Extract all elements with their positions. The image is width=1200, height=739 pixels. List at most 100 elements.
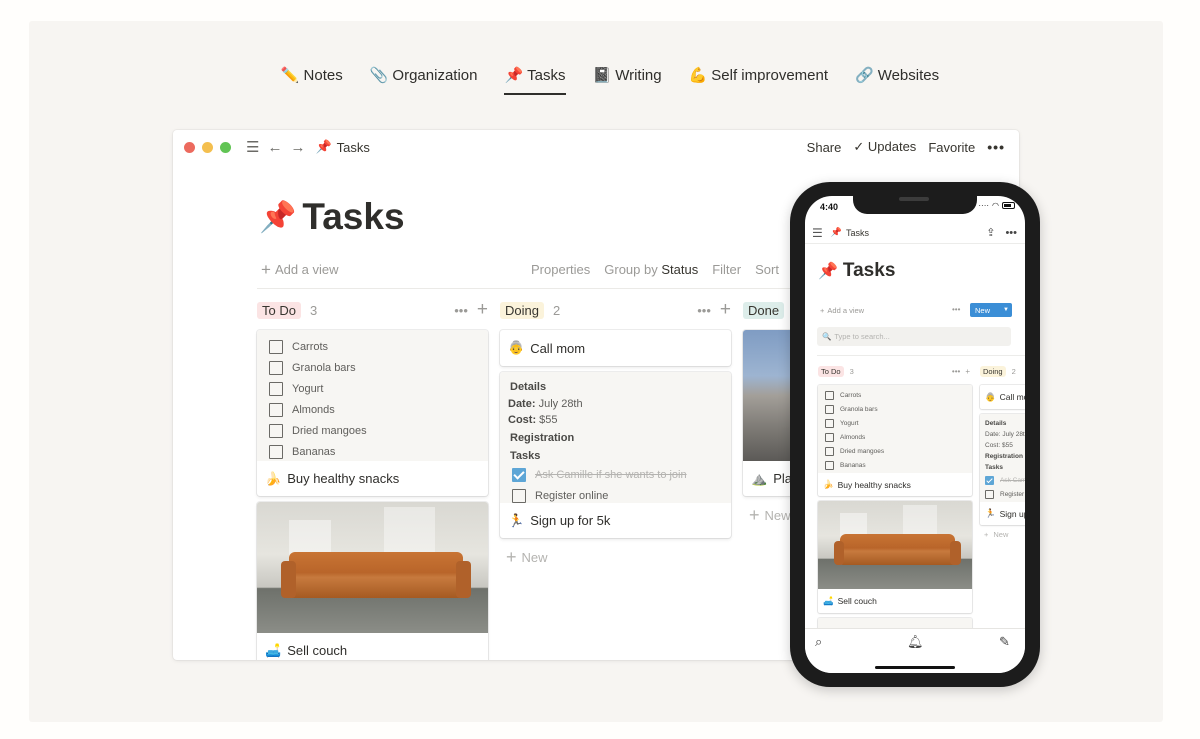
tab-self-improvement[interactable]: 💪 Self improvement (689, 62, 828, 88)
plus-icon: + (261, 260, 271, 279)
card-sell-couch[interactable]: 🛋️ Sell couch (257, 502, 488, 660)
add-card-icon[interactable]: + (720, 300, 731, 319)
minimize-window-button[interactable] (202, 141, 213, 153)
mountain-icon: ⛰️ (751, 470, 768, 486)
card-count: 2 (552, 302, 561, 318)
pushpin-icon: 📌 (315, 139, 332, 154)
tab-organization[interactable]: 📎 Organization (370, 62, 478, 88)
checkbox[interactable] (825, 404, 834, 414)
more-options-icon[interactable]: ••• (987, 139, 1005, 155)
category-tabs: ✏️ Notes 📎 Organization 📌 Tasks 📓 Writing 💪 S… (0, 62, 1200, 95)
checkbox[interactable] (825, 432, 834, 442)
updates-button[interactable]: ✓ Updates (853, 139, 916, 155)
bell-icon[interactable]: 🔔︎ (907, 634, 924, 650)
card-call-mom[interactable]: 👵 Call mom (500, 330, 731, 366)
add-card-icon[interactable]: + (477, 300, 488, 319)
share-button[interactable]: Share (807, 140, 842, 155)
more-options-icon[interactable]: ••• (1005, 227, 1017, 239)
couch-photo (818, 501, 972, 589)
checklist-item: Bananas (257, 441, 488, 461)
checkbox[interactable] (269, 360, 283, 375)
phone-card-sell-couch[interactable]: 🛋️ Sell couch (818, 501, 972, 613)
checkbox[interactable] (269, 339, 283, 354)
card-buy-healthy-snacks[interactable]: Carrots Granola bars Yogurt Almonds Drie… (257, 330, 488, 496)
card-title: 🛋️ Sell couch (265, 642, 348, 659)
sidebar-menu-icon[interactable]: ☰ (246, 140, 259, 155)
phone-more-icon[interactable]: ••• (952, 305, 960, 314)
checkbox[interactable] (825, 418, 834, 428)
checklist-item: Granola bars (257, 357, 488, 378)
board-column-doing: Doing 2 ••• + 👵 Call mom Details Date: Ju… (500, 298, 731, 566)
phone-new-card-button[interactable]: + New (984, 530, 1008, 539)
board-column-todo: To Do 3 ••• + Carrots Granola bars Yogurt… (257, 298, 488, 660)
tab-tasks[interactable]: 📌 Tasks (504, 62, 566, 95)
column-header: Doing 2 ••• + (500, 298, 731, 322)
card-sign-up-for-5k[interactable]: Details Date: July 28th Cost: $55 Regist… (500, 372, 731, 538)
tab-notes[interactable]: ✏️ Notes (281, 62, 343, 88)
checkbox[interactable] (269, 444, 283, 459)
phone-new-button[interactable]: New ▼ (970, 303, 1012, 317)
couch-icon: 🛋️ (823, 595, 834, 606)
checkbox[interactable] (825, 460, 834, 470)
add-view-button[interactable]: + Add a view (261, 260, 339, 279)
checkbox[interactable] (269, 423, 283, 438)
phone-add-view-button[interactable]: + Add a view (820, 306, 864, 315)
pushpin-icon: 📌 (830, 227, 842, 237)
checkbox-checked[interactable] (512, 468, 526, 482)
column-more-icon[interactable]: ••• (952, 367, 960, 376)
phone-card-sign-up-for-5k[interactable]: Details Date: July 28th Cost: $55 Regist… (980, 414, 1025, 525)
banana-icon: 🍌 (823, 479, 834, 489)
column-more-icon[interactable]: ••• (454, 303, 468, 318)
plus-icon: + (749, 505, 760, 525)
back-arrow-icon[interactable]: ← (267, 140, 282, 155)
phone-column-todo: To Do 3 ••• + Carrots Granola bars Yogurt… (818, 364, 972, 638)
properties-button[interactable]: Properties (531, 262, 590, 278)
status-tag: To Do (257, 301, 301, 319)
close-window-button[interactable] (184, 141, 195, 153)
plus-icon: + (506, 547, 517, 567)
tab-websites[interactable]: 🔗 Websites (855, 62, 939, 88)
search-icon[interactable]: ⌕ (815, 634, 822, 650)
checklist-item: Dried mangoes (257, 420, 488, 441)
group-by-button[interactable]: Group by Status (604, 262, 698, 278)
banana-icon: 🍌 (265, 470, 282, 486)
sort-button[interactable]: Sort (755, 262, 779, 278)
toolbar-actions: Share ✓ Updates Favorite ••• (807, 139, 1005, 155)
checkbox-checked[interactable] (985, 475, 994, 485)
breadcrumb[interactable]: 📌 Tasks (315, 139, 369, 155)
notebook-icon: 📓 (592, 67, 612, 84)
new-card-button[interactable]: + New (749, 505, 791, 525)
tab-writing[interactable]: 📓 Writing (593, 62, 662, 88)
phone-notch (853, 196, 977, 214)
forward-arrow-icon[interactable]: → (290, 140, 305, 155)
couch-photo (257, 502, 488, 633)
column-more-icon[interactable]: ••• (697, 303, 711, 318)
status-tag: Doing (500, 301, 544, 319)
status-icons: ···· ◠ (978, 201, 1015, 210)
checkbox[interactable] (825, 390, 834, 400)
filter-button[interactable]: Filter (712, 262, 741, 278)
maximize-window-button[interactable] (220, 141, 231, 153)
title-bar: ☰ ← → 📌 Tasks Share ✓ Updates Favorite •… (173, 130, 1019, 164)
compose-icon[interactable]: ✎ (999, 634, 1010, 650)
pushpin-icon: 📌 (818, 263, 838, 280)
couch-icon: 🛋️ (265, 642, 282, 658)
card-title: 🏃 Sign up for 5k (508, 512, 611, 529)
new-card-button[interactable]: + New (506, 547, 548, 567)
phone-card-call-mom[interactable]: 👵Call mom (980, 385, 1025, 409)
paperclip-icon: 📎 (369, 67, 389, 84)
add-card-icon[interactable]: + (965, 367, 970, 376)
chevron-down-icon[interactable]: ▼ (1003, 307, 1009, 313)
share-icon[interactable]: ⇪ (986, 226, 995, 239)
checklist-item: Yogurt (257, 378, 488, 399)
checkbox[interactable] (269, 381, 283, 396)
checkbox[interactable] (985, 489, 994, 499)
phone-search-input[interactable]: 🔍 Type to search... (817, 327, 1011, 346)
checkbox[interactable] (512, 489, 526, 503)
checkbox[interactable] (269, 402, 283, 417)
flexed-biceps-icon: 💪 (688, 67, 708, 84)
favorite-button[interactable]: Favorite (928, 140, 975, 155)
checkbox[interactable] (825, 446, 834, 456)
menu-icon[interactable]: ☰ (812, 226, 823, 240)
phone-card-buy-healthy-snacks[interactable]: Carrots Granola bars Yogurt Almonds Drie… (818, 385, 972, 496)
